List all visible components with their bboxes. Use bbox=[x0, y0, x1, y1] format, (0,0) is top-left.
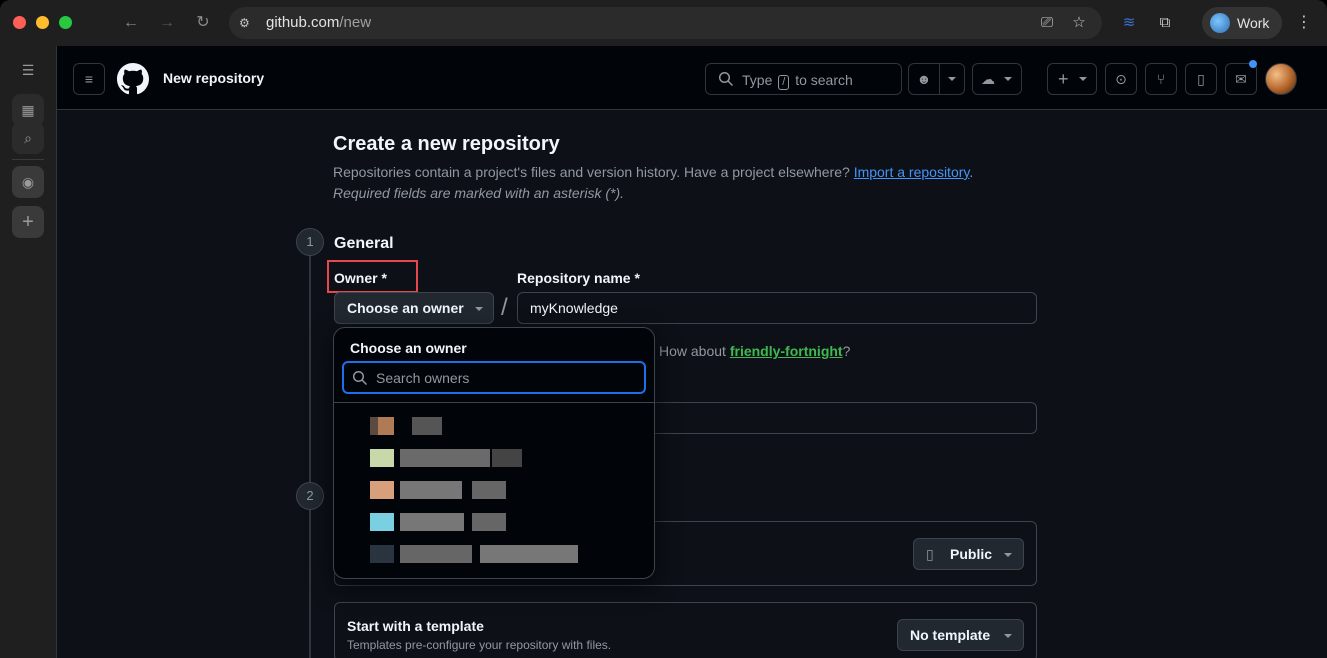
new-tab-plus-icon[interactable]: + bbox=[12, 206, 44, 238]
search-hint: Type / to search bbox=[742, 72, 853, 90]
github-logo-icon[interactable] bbox=[117, 63, 149, 95]
owner-name-redacted bbox=[400, 481, 462, 499]
owner-search-placeholder: Search owners bbox=[376, 370, 470, 386]
chevron-down-icon bbox=[475, 307, 483, 311]
step-timeline bbox=[309, 242, 311, 658]
site-settings-icon[interactable]: ⚙ bbox=[239, 15, 255, 31]
browser-toolbar: ← → ↻ ⚙ github.com/new ⎚ ☆ ≋ ⧉ Work ⋮ bbox=[0, 0, 1327, 46]
owner-name-redacted bbox=[480, 545, 578, 563]
repositories-icon[interactable]: ▯ bbox=[1185, 63, 1217, 95]
bookmark-star-icon[interactable]: ☆ bbox=[1069, 13, 1089, 33]
owner-repo-separator: / bbox=[501, 294, 508, 321]
step-1-badge: 1 bbox=[296, 228, 324, 256]
owner-name-redacted bbox=[472, 481, 506, 499]
template-dropdown-button[interactable]: No template bbox=[897, 619, 1024, 651]
owner-name-redacted bbox=[412, 417, 442, 435]
owner-search-input[interactable]: Search owners bbox=[342, 361, 646, 394]
search-input[interactable]: Type / to search bbox=[705, 63, 902, 95]
visibility-dropdown-button[interactable]: ▯ Public bbox=[913, 538, 1024, 570]
plus-icon: + bbox=[1058, 69, 1069, 89]
description-input[interactable] bbox=[653, 402, 1037, 434]
owner-avatar bbox=[370, 513, 394, 531]
repository-name-label: Repository name * bbox=[517, 270, 640, 286]
close-window-button[interactable] bbox=[13, 16, 26, 29]
create-new-button[interactable]: + bbox=[1047, 63, 1097, 95]
owner-dropdown: Choose an owner Search owners bbox=[333, 327, 655, 579]
import-repository-link[interactable]: Import a repository bbox=[854, 164, 970, 180]
github-tab-icon[interactable]: ◉ bbox=[12, 166, 44, 198]
owner-name-redacted bbox=[492, 449, 522, 467]
dropdown-divider bbox=[334, 402, 654, 403]
browser-sidebar: ☰ ▦ ⌕ ◉ + bbox=[0, 46, 56, 658]
owner-avatar bbox=[370, 417, 378, 435]
more-icon[interactable]: ⋮ bbox=[1296, 12, 1312, 34]
profile-avatar bbox=[1210, 13, 1230, 33]
template-title: Start with a template bbox=[347, 618, 484, 634]
chevron-down-icon bbox=[1004, 553, 1012, 557]
reload-icon[interactable]: ↻ bbox=[192, 12, 214, 34]
profile-button[interactable]: Work bbox=[1202, 7, 1282, 39]
extension-icon[interactable]: ≋ bbox=[1118, 12, 1140, 34]
owner-name-redacted bbox=[472, 513, 506, 531]
owner-name-redacted bbox=[400, 545, 472, 563]
search-icon bbox=[718, 71, 734, 87]
profile-name: Work bbox=[1237, 15, 1270, 31]
address-bar[interactable]: ⚙ github.com/new ⎚ ☆ bbox=[229, 7, 1102, 39]
minimize-window-button[interactable] bbox=[36, 16, 49, 29]
owner-name-redacted bbox=[400, 513, 464, 531]
name-suggestion: How about friendly-fortnight? bbox=[659, 343, 851, 359]
required-note: Required fields are marked with an aster… bbox=[333, 185, 625, 201]
sidebar-divider bbox=[12, 159, 44, 160]
suggested-name-link[interactable]: friendly-fortnight bbox=[730, 343, 843, 359]
owner-avatar bbox=[370, 545, 394, 563]
github-page: ≡ New repository Type / to search ☻ ☁ + … bbox=[56, 46, 1327, 658]
forward-icon[interactable]: → bbox=[156, 12, 178, 34]
search-tabs-icon[interactable]: ⌕ bbox=[12, 122, 44, 154]
github-header: ≡ New repository Type / to search ☻ ☁ + … bbox=[57, 46, 1327, 110]
notification-dot bbox=[1249, 60, 1257, 68]
owner-name-redacted bbox=[400, 449, 490, 467]
puzzle-icon[interactable]: ⧉ bbox=[1154, 12, 1176, 34]
form-description: Repositories contain a project's files a… bbox=[333, 164, 974, 180]
owner-avatar bbox=[370, 449, 394, 467]
install-app-icon[interactable]: ⎚ bbox=[1037, 13, 1057, 33]
hamburger-menu-icon[interactable]: ≡ bbox=[73, 63, 105, 95]
general-section-title: General bbox=[334, 235, 394, 252]
codespaces-icon[interactable]: ☁ bbox=[972, 63, 1022, 95]
template-description: Templates pre-configure your repository … bbox=[347, 638, 612, 652]
maximize-window-button[interactable] bbox=[59, 16, 72, 29]
dropdown-title: Choose an owner bbox=[350, 340, 467, 356]
owner-avatar bbox=[370, 481, 394, 499]
owner-avatar bbox=[378, 417, 394, 435]
copilot-icon[interactable]: ☻ bbox=[908, 63, 940, 95]
pull-requests-icon[interactable]: ⑂ bbox=[1145, 63, 1177, 95]
search-icon bbox=[352, 370, 368, 386]
url-text: github.com/new bbox=[266, 14, 372, 31]
repository-name-input[interactable]: myKnowledge bbox=[517, 292, 1037, 324]
choose-owner-button[interactable]: Choose an owner bbox=[334, 292, 494, 324]
page-title: New repository bbox=[163, 70, 265, 86]
copilot-dropdown-button[interactable] bbox=[939, 63, 965, 95]
cloud-icon: ☁ bbox=[981, 71, 995, 87]
issues-icon[interactable]: ⊙ bbox=[1105, 63, 1137, 95]
avatar[interactable] bbox=[1265, 63, 1297, 95]
back-icon[interactable]: ← bbox=[120, 12, 142, 34]
step-2-badge: 2 bbox=[296, 482, 324, 510]
form-heading: Create a new repository bbox=[333, 133, 560, 155]
repo-icon: ▯ bbox=[926, 546, 934, 562]
chevron-down-icon bbox=[1004, 634, 1012, 638]
owner-label-highlight bbox=[327, 260, 418, 293]
collapse-sidebar-icon[interactable]: ☰ bbox=[12, 54, 44, 86]
